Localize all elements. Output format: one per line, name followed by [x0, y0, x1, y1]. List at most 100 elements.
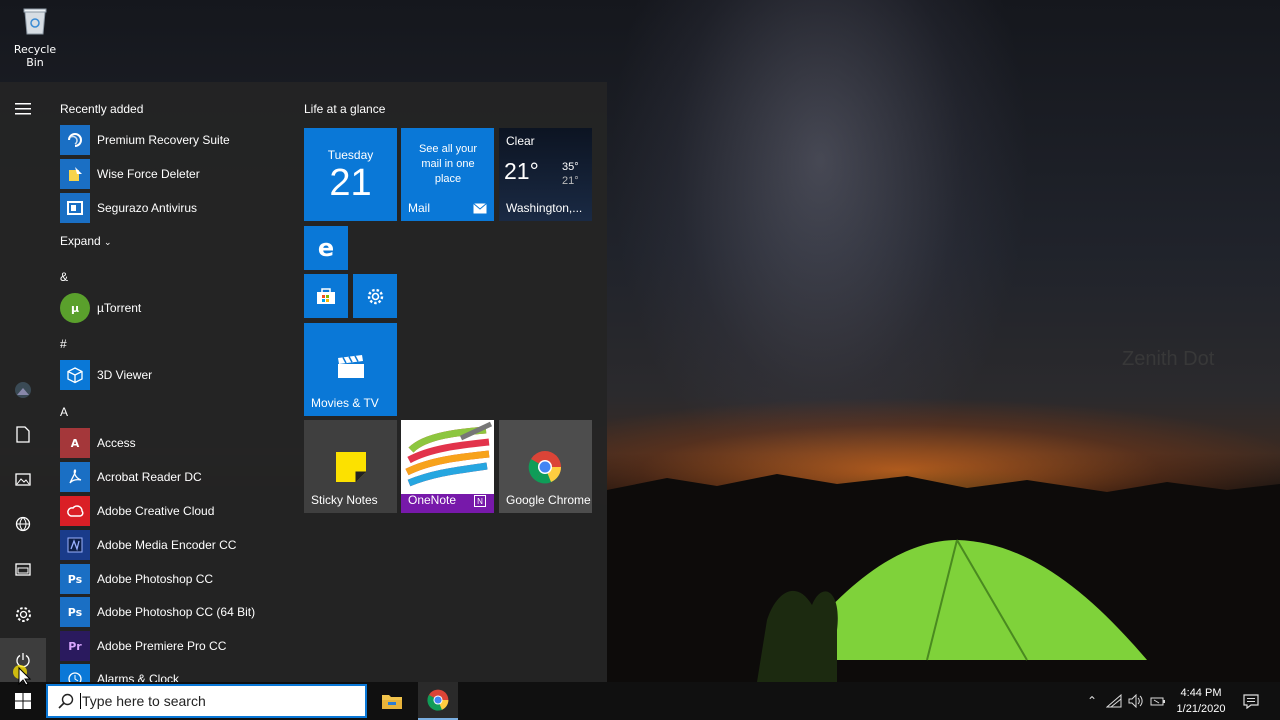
mail-tile-text: See all your mail in one place	[418, 143, 478, 185]
calendar-tile[interactable]: Tuesday 21	[304, 128, 397, 221]
section-header-hash[interactable]: #	[60, 337, 67, 351]
photoshop-icon: Ps	[60, 597, 90, 627]
recycle-bin-label: Recycle Bin	[13, 43, 57, 69]
mountain-silhouette	[607, 474, 1280, 682]
weather-high: 35°	[562, 161, 579, 173]
life-at-a-glance-header: Life at a glance	[304, 102, 386, 116]
pictures-button[interactable]	[0, 457, 46, 501]
search-icon	[58, 693, 74, 709]
app-premium-recovery-suite[interactable]: Premium Recovery Suite	[60, 125, 286, 155]
app-alarms-clock[interactable]: Alarms & Clock	[60, 664, 286, 682]
folder-icon	[15, 563, 31, 576]
avatar-icon	[15, 382, 31, 398]
mail-tile-label: Mail	[408, 201, 431, 215]
app-segurazo-antivirus[interactable]: Segurazo Antivirus	[60, 193, 286, 223]
section-header-a[interactable]: A	[60, 405, 68, 419]
taskbar: Type here to search ⌃ 4:44 PM 1/21/2020	[0, 682, 1280, 720]
network-button[interactable]	[0, 502, 46, 546]
edge-icon: e	[317, 234, 335, 262]
store-tile[interactable]	[304, 274, 348, 318]
expand-button[interactable]: Expand ⌄	[60, 234, 112, 248]
premiere-icon: Pr	[60, 631, 90, 661]
app-adobe-premiere-pro[interactable]: Pr Adobe Premiere Pro CC	[60, 631, 286, 661]
edge-tile[interactable]: e	[304, 226, 348, 270]
app-adobe-photoshop-64[interactable]: Ps Adobe Photoshop CC (64 Bit)	[60, 597, 286, 627]
taskbar-search-box[interactable]: Type here to search	[46, 684, 367, 718]
recovery-icon	[60, 125, 90, 155]
chevron-down-icon: ⌄	[104, 237, 112, 247]
clock-time: 4:44 PM	[1180, 687, 1222, 699]
app-list[interactable]: Recently added Premium Recovery Suite Wi…	[46, 82, 286, 682]
cube-icon	[60, 360, 90, 390]
recently-added-header: Recently added	[60, 102, 144, 116]
weather-tile[interactable]: Clear 21° 35° 21° Washington,...	[499, 128, 592, 221]
app-wise-force-deleter[interactable]: Wise Force Deleter	[60, 159, 286, 189]
hamburger-icon	[15, 103, 31, 115]
app-adobe-photoshop[interactable]: Ps Adobe Photoshop CC	[60, 564, 286, 594]
media-encoder-icon	[60, 530, 90, 560]
google-chrome-tile[interactable]: Google Chrome	[499, 420, 592, 513]
app-adobe-media-encoder[interactable]: Adobe Media Encoder CC	[60, 530, 286, 560]
antivirus-icon	[60, 193, 90, 223]
utorrent-icon: µ	[60, 293, 90, 323]
system-tray: ⌃	[1082, 682, 1166, 720]
onenote-tile[interactable]: OneNote N	[401, 420, 494, 513]
volume-icon[interactable]	[1128, 694, 1144, 708]
wifi-icon[interactable]	[1106, 694, 1122, 708]
access-icon: A	[60, 428, 90, 458]
start-rail	[0, 82, 46, 682]
app-adobe-creative-cloud[interactable]: Adobe Creative Cloud	[60, 496, 286, 526]
acrobat-icon	[60, 462, 90, 492]
store-bag-icon	[317, 288, 335, 304]
alarm-icon	[60, 664, 90, 682]
weather-condition: Clear	[506, 134, 535, 148]
folder-icon	[382, 695, 402, 709]
app-utorrent[interactable]: µ µTorrent	[60, 293, 286, 323]
onenote-art-icon	[401, 420, 494, 494]
sticky-notes-tile[interactable]: Sticky Notes	[304, 420, 397, 513]
sticky-note-icon	[336, 452, 366, 482]
weather-temp: 21°	[504, 158, 539, 184]
photoshop-icon: Ps	[60, 564, 90, 594]
onenote-label: OneNote	[408, 493, 457, 507]
gear-icon	[15, 606, 31, 622]
chevron-up-icon[interactable]: ⌃	[1082, 694, 1102, 708]
movies-tv-tile[interactable]: Movies & TV	[304, 323, 397, 416]
creative-cloud-icon	[60, 496, 90, 526]
app-acrobat-reader[interactable]: Acrobat Reader DC	[60, 462, 286, 492]
calendar-date: 21	[329, 162, 372, 204]
weather-location: Washington,...	[506, 201, 583, 215]
file-explorer-button[interactable]	[0, 547, 46, 591]
hamburger-menu-button[interactable]	[0, 87, 46, 131]
globe-icon	[15, 516, 31, 532]
movies-tv-label: Movies & TV	[311, 396, 379, 410]
action-center-button[interactable]	[1236, 682, 1266, 720]
settings-tile[interactable]	[353, 274, 397, 318]
mouse-cursor-icon	[13, 665, 32, 686]
section-header-ampersand[interactable]: &	[60, 270, 68, 284]
taskbar-file-explorer[interactable]	[372, 682, 412, 720]
start-menu: Recently added Premium Recovery Suite Wi…	[0, 82, 607, 682]
clapperboard-icon	[338, 355, 364, 378]
chrome-icon	[427, 689, 449, 711]
notification-icon	[1243, 693, 1259, 709]
settings-button[interactable]	[0, 592, 46, 636]
recycle-bin-shortcut[interactable]: Recycle Bin	[6, 6, 64, 69]
taskbar-chrome[interactable]	[418, 682, 458, 720]
mail-tile[interactable]: See all your mail in one place Mail	[401, 128, 494, 221]
recycle-bin-icon	[23, 8, 47, 35]
documents-button[interactable]	[0, 412, 46, 456]
weather-low: 21°	[562, 175, 579, 187]
sticky-notes-label: Sticky Notes	[311, 493, 378, 507]
app-access[interactable]: A Access	[60, 428, 286, 458]
taskbar-clock[interactable]: 4:44 PM 1/21/2020	[1168, 685, 1234, 717]
chrome-icon	[528, 451, 562, 484]
pictures-icon	[15, 472, 31, 486]
windows-logo-icon	[15, 693, 31, 709]
user-account-button[interactable]	[0, 368, 46, 412]
power-plug-icon[interactable]	[1150, 694, 1166, 708]
app-3d-viewer[interactable]: 3D Viewer	[60, 360, 286, 390]
start-button[interactable]	[0, 682, 46, 720]
gear-icon	[367, 288, 383, 304]
clock-date: 1/21/2020	[1176, 703, 1226, 715]
